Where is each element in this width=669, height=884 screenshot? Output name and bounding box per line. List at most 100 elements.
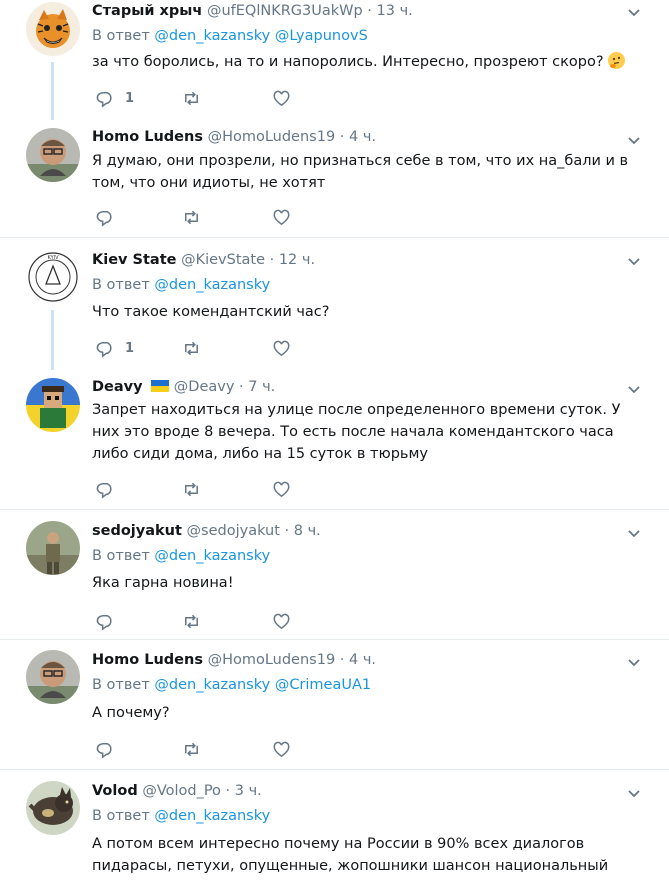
chevron-down-icon[interactable] <box>626 4 642 20</box>
username[interactable]: @Deavy <box>174 379 235 395</box>
separator-dot: · <box>239 379 244 395</box>
reply-icon <box>96 342 112 358</box>
reply-button[interactable] <box>96 208 125 227</box>
retweet-icon <box>185 210 198 225</box>
heart-icon <box>273 613 290 630</box>
like-button[interactable] <box>272 339 291 358</box>
separator-dot: · <box>339 652 345 668</box>
tweet-header: Homo Ludens @HomoLudens19 · 4 ч. <box>92 128 376 146</box>
tweet-header: Homo Ludens @HomoLudens19 · 4 ч. <box>92 651 376 669</box>
divider <box>0 769 669 770</box>
display-name[interactable]: Volod <box>92 783 138 799</box>
like-button[interactable] <box>272 480 291 499</box>
heart-icon <box>273 481 290 498</box>
svg-text:KYIV: KYIV <box>47 255 59 261</box>
like-button[interactable] <box>272 612 291 631</box>
chevron-down-icon[interactable] <box>626 381 642 397</box>
reply-icon <box>96 211 112 227</box>
avatar[interactable] <box>26 650 80 704</box>
timestamp[interactable]: 13 ч. <box>377 3 413 19</box>
tweet-text-content: Яка гарна новина! <box>92 575 234 591</box>
reply-context: В ответ @den_kazansky <box>92 808 270 824</box>
heart-icon <box>273 209 290 226</box>
username[interactable]: @KievState <box>181 252 265 268</box>
tweet-header: Kiev State @KievState · 12 ч. <box>92 251 315 269</box>
retweet-button[interactable] <box>182 339 201 358</box>
avatar[interactable] <box>26 2 80 56</box>
retweet-button[interactable] <box>182 208 201 227</box>
timestamp[interactable]: 12 ч. <box>279 252 315 268</box>
display-name[interactable]: Старый хрыч <box>92 3 202 19</box>
reply-button[interactable] <box>96 612 125 631</box>
username[interactable]: @HomoLudens19 <box>208 652 336 668</box>
chevron-down-icon[interactable] <box>626 253 642 269</box>
mention-link[interactable]: @den_kazansky <box>154 548 270 564</box>
username[interactable]: @sedojyakut <box>187 523 280 539</box>
avatar[interactable] <box>26 378 80 432</box>
retweet-icon <box>185 614 198 629</box>
thread-line <box>51 62 54 120</box>
username[interactable]: @ufEQlNKRG3UakWp <box>207 3 363 19</box>
avatar[interactable] <box>26 781 80 835</box>
reply-prefix: В ответ <box>92 277 150 293</box>
avatar[interactable] <box>26 128 80 182</box>
mention-link[interactable]: @CrimeaUA1 <box>275 677 371 693</box>
separator-dot: · <box>367 3 372 19</box>
retweet-button[interactable] <box>182 612 201 631</box>
tweet-text-content: А потом всем интересно почему на России … <box>92 836 609 884</box>
display-name[interactable]: Kiev State <box>92 252 176 268</box>
chevron-down-icon[interactable] <box>626 785 642 801</box>
reply-button[interactable]: 1 <box>96 89 134 108</box>
separator-dot: · <box>339 129 345 145</box>
display-name[interactable]: Homo Ludens <box>92 129 203 145</box>
tweet-header: Старый хрыч @ufEQlNKRG3UakWp · 13 ч. <box>92 2 413 20</box>
tweet-text-content: Что такое комендантский час? <box>92 304 330 320</box>
display-name[interactable]: Deavy <box>92 379 143 395</box>
chevron-down-icon[interactable] <box>626 654 642 670</box>
mention-link[interactable]: @den_kazansky <box>154 28 270 44</box>
tweet-text: Запрет находиться на улице после определ… <box>92 399 652 465</box>
separator-dot: · <box>269 252 275 268</box>
reply-context: В ответ @den_kazansky @CrimeaUA1 <box>92 677 371 693</box>
retweet-icon <box>185 341 198 356</box>
mention-link[interactable]: @LyapunovS <box>275 28 368 44</box>
avatar[interactable]: KYIV <box>26 250 80 304</box>
username[interactable]: @HomoLudens19 <box>208 129 336 145</box>
mention-link[interactable]: @den_kazansky <box>154 677 270 693</box>
tweet-text: А почему? <box>92 702 652 724</box>
mention-link[interactable]: @den_kazansky <box>154 808 270 824</box>
username[interactable]: @Volod_Po <box>142 783 221 799</box>
display-name[interactable]: Homo Ludens <box>92 652 203 668</box>
chevron-down-icon[interactable] <box>626 132 642 148</box>
timestamp[interactable]: 4 ч. <box>349 652 376 668</box>
reply-context: В ответ @den_kazansky <box>92 277 270 293</box>
reply-icon <box>96 483 112 499</box>
tweet-text-content: за что боролись, на то и напоролись. Инт… <box>92 54 604 70</box>
retweet-button[interactable] <box>182 89 201 108</box>
like-button[interactable] <box>272 740 291 759</box>
divider <box>0 237 669 238</box>
like-button[interactable] <box>272 89 291 108</box>
chevron-down-icon[interactable] <box>626 525 642 541</box>
display-name[interactable]: sedojyakut <box>92 523 182 539</box>
retweet-button[interactable] <box>182 740 201 759</box>
like-button[interactable] <box>272 208 291 227</box>
timestamp[interactable]: 8 ч. <box>294 523 321 539</box>
reply-button[interactable] <box>96 480 125 499</box>
tweet-text: А потом всем интересно почему на России … <box>92 833 652 884</box>
timestamp[interactable]: 4 ч. <box>349 129 376 145</box>
heart-icon <box>273 340 290 357</box>
tweet-text: Что такое комендантский час? <box>92 301 652 323</box>
divider <box>0 639 669 640</box>
timestamp[interactable]: 3 ч. <box>235 783 262 799</box>
retweet-button[interactable] <box>182 480 201 499</box>
retweet-icon <box>185 482 198 497</box>
timestamp[interactable]: 7 ч. <box>248 379 275 395</box>
reply-button[interactable]: 1 <box>96 339 134 358</box>
mention-link[interactable]: @den_kazansky <box>154 277 270 293</box>
retweet-icon <box>185 742 198 757</box>
reply-icon <box>96 615 112 631</box>
thread-line <box>51 310 54 370</box>
avatar[interactable] <box>26 521 80 575</box>
reply-button[interactable] <box>96 740 125 759</box>
